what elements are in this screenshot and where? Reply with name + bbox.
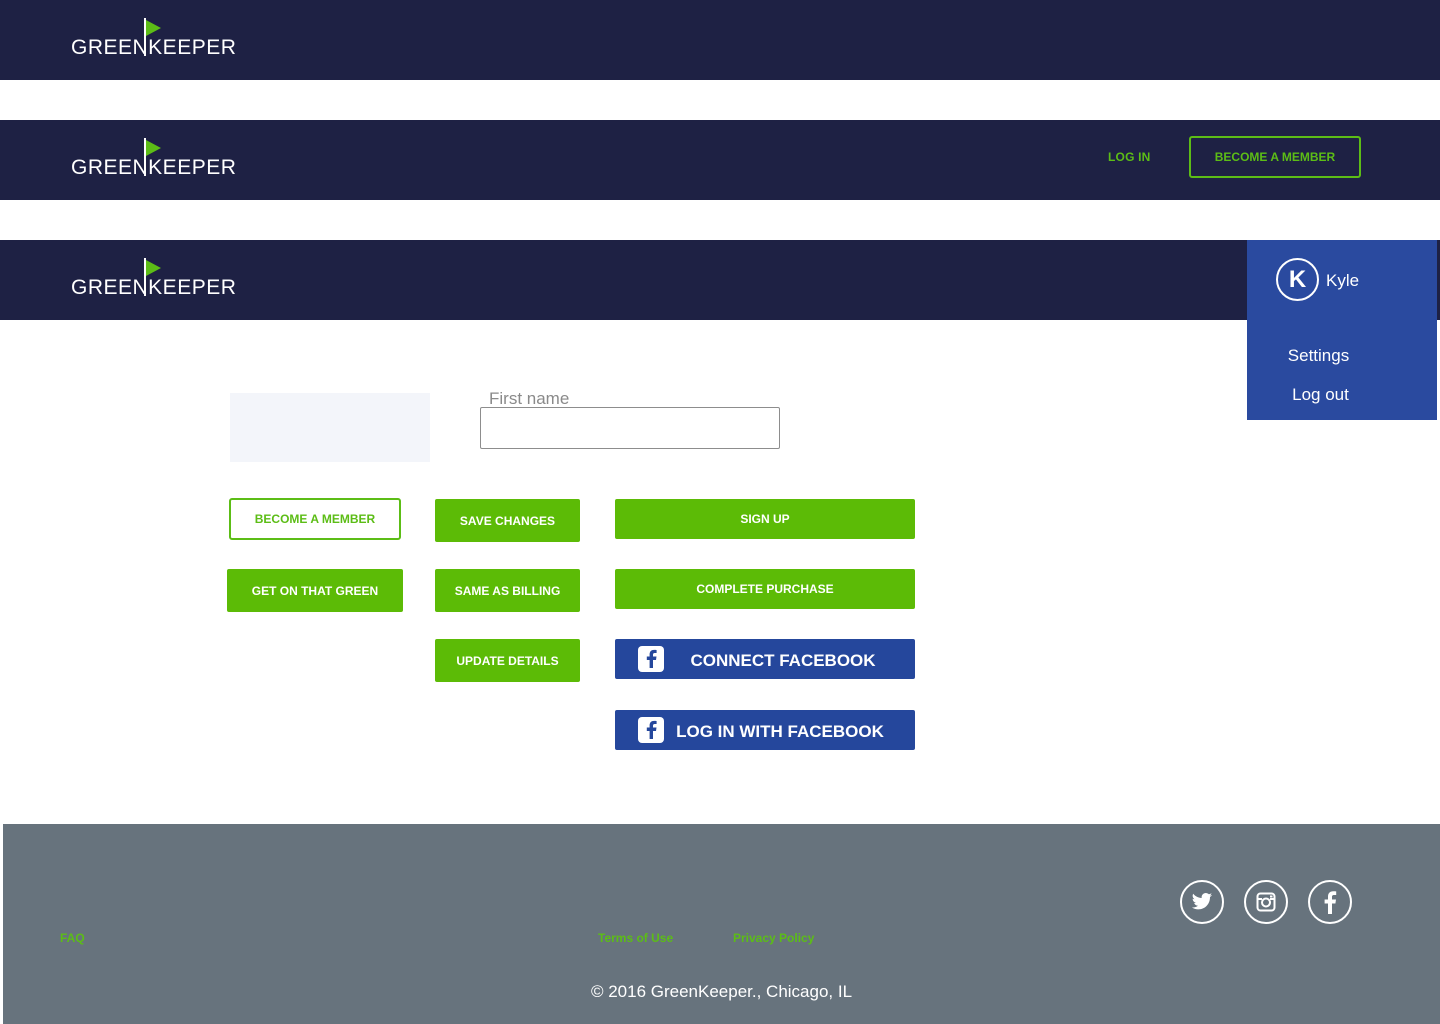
user-dropdown-menu: K Kyle Settings Log out <box>1247 240 1437 420</box>
sign-up-button[interactable]: SIGN UP <box>615 499 915 539</box>
login-with-facebook-label: LOG IN WITH FACEBOOK <box>676 722 884 741</box>
connect-facebook-label: CONNECT FACEBOOK <box>690 651 876 670</box>
logout-menu-item[interactable]: Log out <box>1247 385 1394 405</box>
flag-icon <box>144 138 161 176</box>
terms-link[interactable]: Terms of Use <box>598 931 673 945</box>
login-with-facebook-button[interactable]: LOG IN WITH FACEBOOK <box>615 710 915 750</box>
privacy-link[interactable]: Privacy Policy <box>733 931 814 945</box>
username[interactable]: Kyle <box>1326 271 1359 291</box>
get-on-that-green-button[interactable]: GET ON THAT GREEN <box>227 569 403 612</box>
first-name-field[interactable] <box>480 407 780 449</box>
navbar-logo-only: GREENKEEPER <box>0 0 1440 80</box>
faq-link[interactable]: FAQ <box>60 931 85 945</box>
become-member-button[interactable]: BECOME A MEMBER <box>229 498 401 540</box>
greenkeeper-logo[interactable]: GREENKEEPER <box>71 16 241 66</box>
become-member-nav-button[interactable]: BECOME A MEMBER <box>1189 136 1361 178</box>
instagram-button[interactable] <box>1244 880 1288 924</box>
footer: FAQ Terms of Use Privacy Policy © 2016 G… <box>3 824 1440 1024</box>
avatar[interactable]: K <box>1276 258 1319 301</box>
copyright-text: © 2016 GreenKeeper., Chicago, IL <box>590 982 853 1001</box>
flag-icon <box>144 18 161 56</box>
first-name-label: First name <box>489 389 570 408</box>
settings-menu-item[interactable]: Settings <box>1247 346 1390 366</box>
save-changes-button[interactable]: SAVE CHANGES <box>435 499 580 542</box>
connect-facebook-button[interactable]: CONNECT FACEBOOK <box>615 639 915 679</box>
update-details-button[interactable]: UPDATE DETAILS <box>435 639 580 682</box>
facebook-icon <box>1324 891 1337 914</box>
instagram-icon <box>1256 892 1276 912</box>
greenkeeper-logo[interactable]: GREENKEEPER <box>71 256 241 306</box>
twitter-button[interactable] <box>1180 880 1224 924</box>
same-as-billing-button[interactable]: SAME AS BILLING <box>435 569 580 612</box>
navbar-guest: GREENKEEPER LOG IN BECOME A MEMBER <box>0 120 1440 200</box>
navbar-logged-in: GREENKEEPER <box>0 240 1440 320</box>
placeholder-panel <box>230 393 430 462</box>
facebook-button[interactable] <box>1308 880 1352 924</box>
twitter-icon <box>1191 893 1213 910</box>
login-link[interactable]: LOG IN <box>1108 150 1151 164</box>
flag-icon <box>144 258 161 296</box>
greenkeeper-logo[interactable]: GREENKEEPER <box>71 136 241 186</box>
complete-purchase-button[interactable]: COMPLETE PURCHASE <box>615 569 915 609</box>
